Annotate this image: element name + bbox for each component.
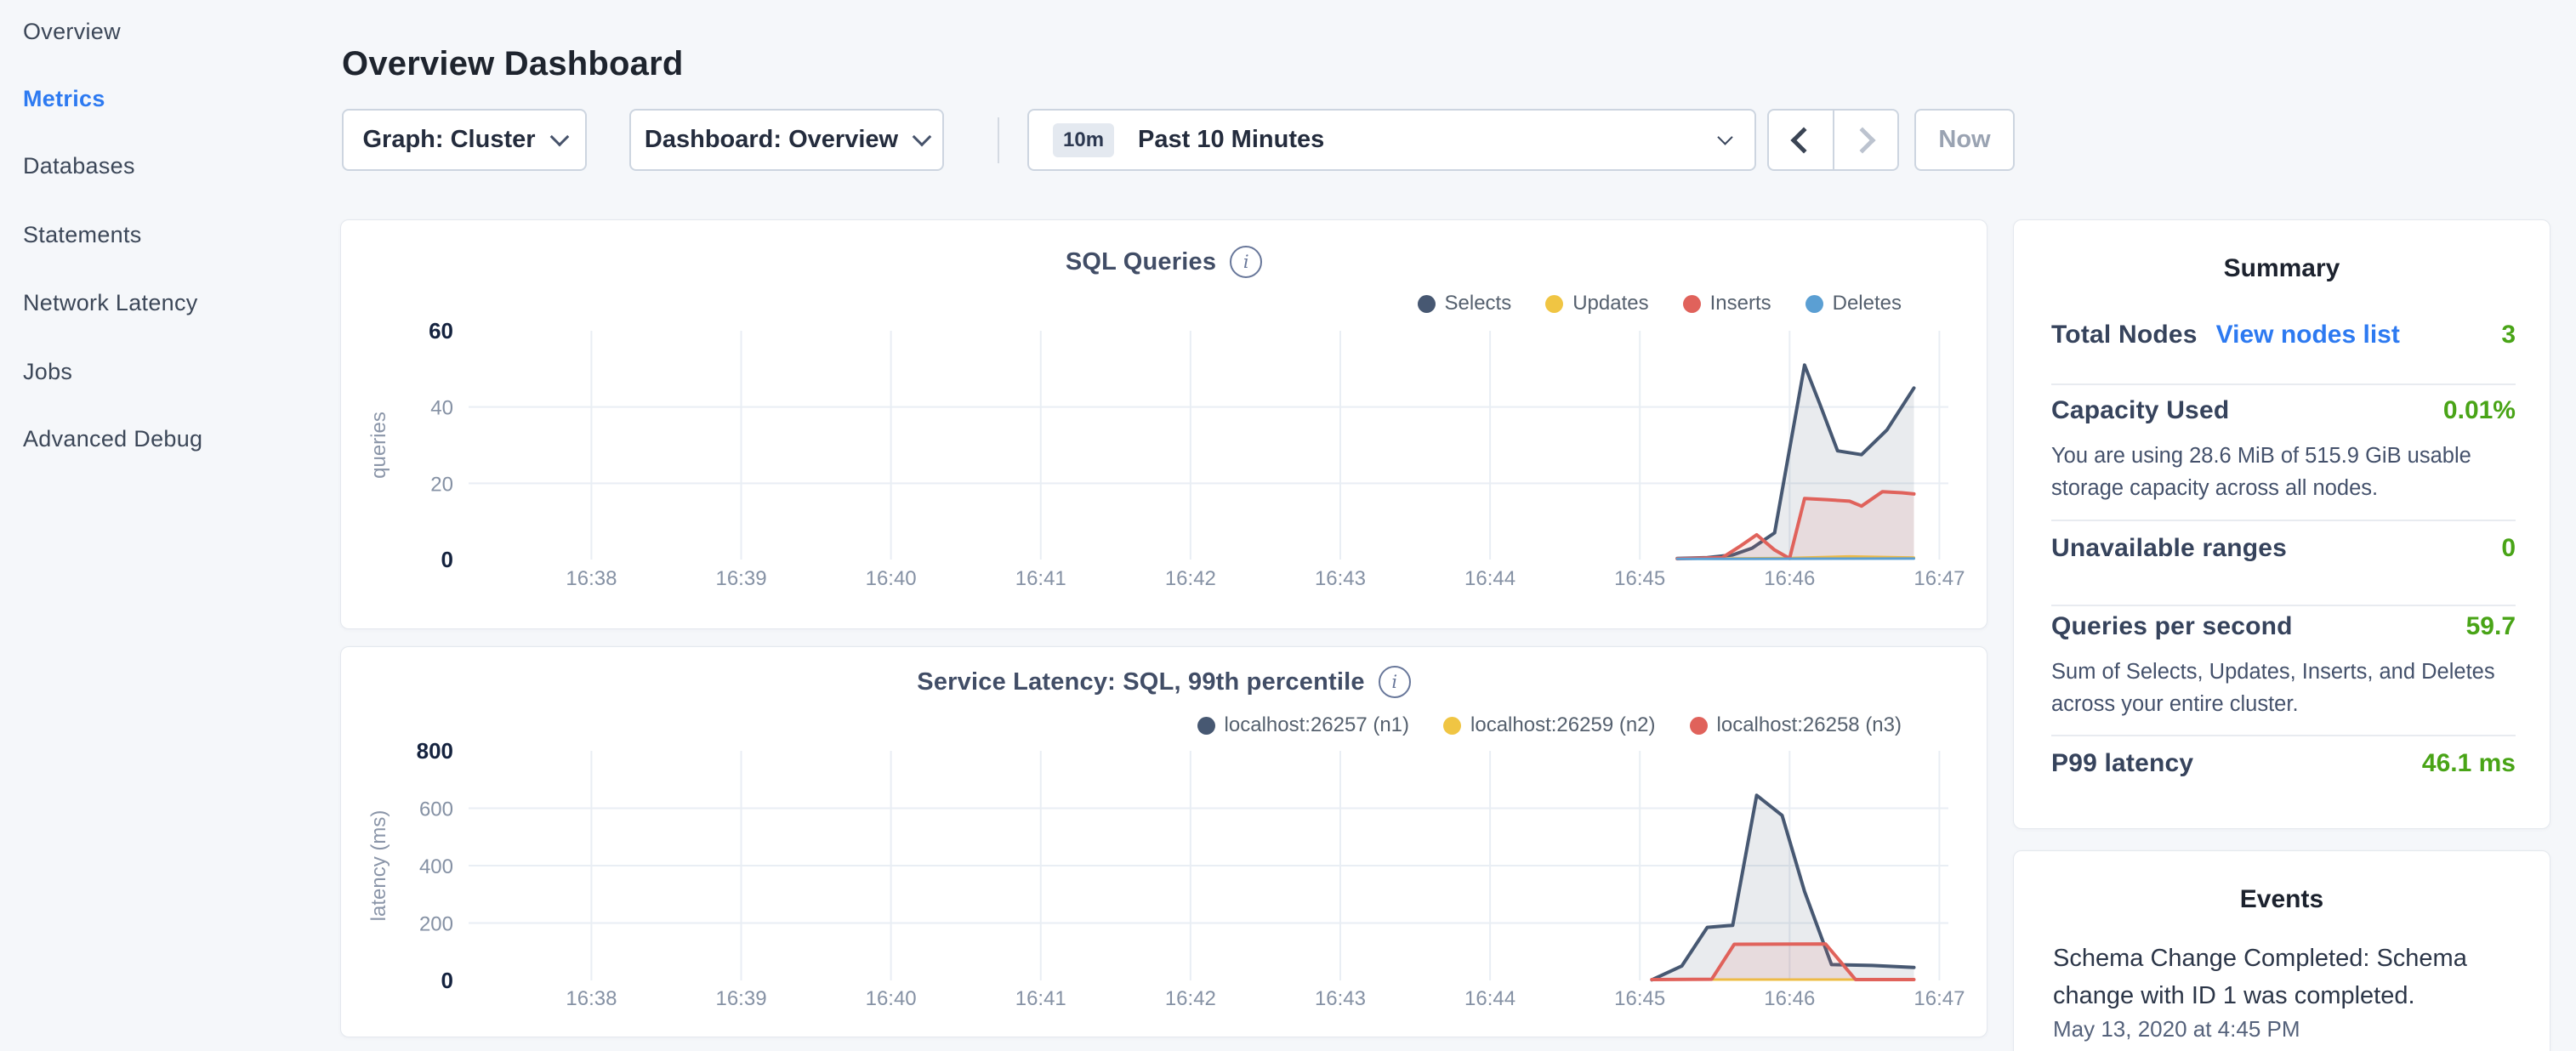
- x-tick-label: 16:45: [1614, 567, 1665, 590]
- summary-row-value: 59.7: [2466, 612, 2516, 641]
- summary-row-capacity-used: Capacity Used 0.01%: [2051, 396, 2516, 425]
- time-back-button[interactable]: [1769, 111, 1833, 169]
- summary-row-value: 0.01%: [2443, 396, 2516, 425]
- x-tick-label: 16:41: [1015, 567, 1066, 590]
- x-tick-label: 16:43: [1315, 567, 1366, 590]
- summary-panel: Summary Total Nodes View nodes list 3 Ca…: [2013, 219, 2550, 829]
- service-latency-chart[interactable]: 16:38 16:39 16:40 16:41 16:42 16:43 16:44 16:45…: [341, 647, 1988, 1038]
- graph-source-dropdown-label: Graph: Cluster: [362, 126, 535, 154]
- event-message[interactable]: Schema Change Completed: Schema change w…: [2053, 940, 2507, 1014]
- summary-row-value: 0: [2501, 534, 2516, 563]
- x-tick-label: 16:39: [715, 987, 766, 1010]
- summary-row-value: 3: [2501, 321, 2516, 349]
- dashboard-dropdown-label: Dashboard: Overview: [645, 126, 898, 154]
- events-title: Events: [2014, 885, 2550, 914]
- x-tick-label: 16:42: [1165, 987, 1216, 1010]
- y-tick-label: 40: [430, 397, 453, 420]
- y-tick-label: 600: [419, 798, 453, 821]
- summary-row-description: Sum of Selects, Updates, Inserts, and De…: [2051, 656, 2502, 720]
- time-range-badge: 10m: [1053, 123, 1114, 157]
- summary-row-label: P99 latency: [2051, 749, 2193, 778]
- x-tick-label: 16:39: [715, 567, 766, 590]
- sidebar-item-jobs[interactable]: Jobs: [23, 359, 72, 385]
- time-range-label: Past 10 Minutes: [1138, 126, 1720, 154]
- x-tick-label: 16:46: [1764, 567, 1815, 590]
- x-tick-label: 16:42: [1165, 567, 1216, 590]
- y-tick-label: 0: [441, 547, 453, 572]
- view-nodes-list-link[interactable]: View nodes list: [2216, 321, 2400, 349]
- x-tick-label: 16:43: [1315, 987, 1366, 1010]
- summary-row-p99-latency: P99 latency 46.1 ms: [2051, 749, 2516, 778]
- y-axis-label: queries: [367, 412, 390, 479]
- app-window: Overview Metrics Databases Statements Ne…: [0, 0, 2576, 1051]
- y-axis-label: latency (ms): [367, 810, 390, 922]
- chevron-left-icon: [1791, 127, 1817, 153]
- x-tick-label: 16:41: [1015, 987, 1066, 1010]
- summary-row-label: Total Nodes: [2051, 321, 2198, 349]
- sidebar-item-metrics[interactable]: Metrics: [23, 86, 105, 112]
- y-tick-label: 20: [430, 473, 453, 496]
- x-tick-label: 16:40: [866, 567, 917, 590]
- x-tick-label: 16:38: [566, 987, 617, 1010]
- sql-queries-chart-card: SQL Queries SelectsUpdatesInsertsDeletes…: [340, 219, 1987, 629]
- divider: [2051, 735, 2516, 736]
- time-forward-button[interactable]: [1833, 111, 1898, 169]
- chevron-down-icon: [1717, 129, 1732, 145]
- sidebar-item-advanced-debug[interactable]: Advanced Debug: [23, 426, 202, 452]
- sidebar-item-databases[interactable]: Databases: [23, 153, 135, 179]
- summary-row-unavailable-ranges: Unavailable ranges 0: [2051, 534, 2516, 563]
- graph-source-dropdown[interactable]: Graph: Cluster: [342, 109, 587, 171]
- service-latency-chart-card: Service Latency: SQL, 99th percentile lo…: [340, 646, 1987, 1037]
- divider: [2051, 383, 2516, 385]
- summary-row-label: Queries per second: [2051, 612, 2293, 641]
- x-tick-label: 16:47: [1914, 987, 1965, 1010]
- sidebar: Overview Metrics Databases Statements Ne…: [0, 0, 340, 1051]
- x-tick-label: 16:47: [1914, 567, 1965, 590]
- page-title: Overview Dashboard: [342, 45, 684, 83]
- y-tick-label: 200: [419, 913, 453, 936]
- summary-row-label: Capacity Used: [2051, 396, 2229, 425]
- summary-row-description: You are using 28.6 MiB of 515.9 GiB usab…: [2051, 440, 2502, 504]
- dashboard-dropdown[interactable]: Dashboard: Overview: [629, 109, 944, 171]
- y-tick-label: 400: [419, 855, 453, 878]
- events-panel: Events Schema Change Completed: Schema c…: [2013, 850, 2550, 1051]
- x-tick-label: 16:40: [866, 987, 917, 1010]
- time-pager: [1767, 109, 1899, 171]
- x-tick-label: 16:44: [1464, 567, 1515, 590]
- x-tick-label: 16:44: [1464, 987, 1515, 1010]
- toolbar-divider: [998, 117, 999, 163]
- divider: [2051, 605, 2516, 606]
- x-tick-label: 16:38: [566, 567, 617, 590]
- summary-row-label: Unavailable ranges: [2051, 534, 2287, 563]
- event-timestamp: May 13, 2020 at 4:45 PM: [2053, 1016, 2507, 1042]
- now-button[interactable]: Now: [1914, 109, 2015, 171]
- chevron-down-icon: [913, 127, 932, 146]
- time-range-dropdown[interactable]: 10m Past 10 Minutes: [1027, 109, 1756, 171]
- summary-row-total-nodes: Total Nodes View nodes list 3: [2051, 321, 2516, 349]
- summary-title: Summary: [2014, 254, 2550, 283]
- sidebar-item-statements[interactable]: Statements: [23, 222, 142, 248]
- divider: [2051, 520, 2516, 521]
- x-tick-label: 16:45: [1614, 987, 1665, 1010]
- sql-queries-chart[interactable]: 16:38 16:39 16:40 16:41 16:42 16:43 16:44 16:45…: [341, 220, 1988, 630]
- summary-row-queries-per-second: Queries per second 59.7: [2051, 612, 2516, 641]
- chevron-right-icon: [1849, 127, 1875, 153]
- y-tick-label: 0: [441, 968, 453, 993]
- y-tick-label: 60: [429, 318, 453, 344]
- main-content: Overview Dashboard Graph: Cluster Dashbo…: [340, 0, 2576, 1051]
- sidebar-item-network-latency[interactable]: Network Latency: [23, 290, 198, 316]
- y-tick-label: 800: [417, 738, 453, 764]
- sidebar-item-overview[interactable]: Overview: [23, 19, 121, 45]
- summary-row-value: 46.1 ms: [2422, 749, 2516, 778]
- chevron-down-icon: [549, 127, 569, 146]
- x-tick-label: 16:46: [1764, 987, 1815, 1010]
